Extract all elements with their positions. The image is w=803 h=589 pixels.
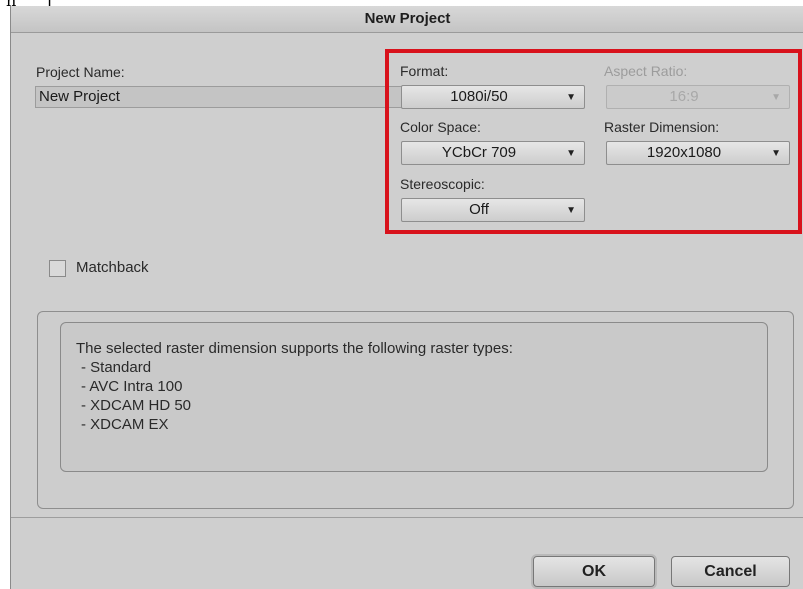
matchback-checkbox[interactable] [49,260,66,277]
raster-type-item: - AVC Intra 100 [81,378,183,395]
raster-type-item: - XDCAM EX [81,416,169,433]
project-name-label: Project Name: [36,64,125,80]
footer-divider [11,517,803,518]
project-name-input[interactable]: New Project [35,86,415,108]
raster-type-item: - XDCAM HD 50 [81,397,192,414]
red-highlight-box [385,49,802,234]
raster-type-item: - Standard [81,359,152,376]
cancel-button[interactable]: Cancel [671,556,790,587]
new-project-dialog: New Project Project Name: New Project Fo… [10,6,803,589]
ok-button[interactable]: OK [533,556,655,587]
dialog-title: New Project [11,6,803,33]
matchback-label: Matchback [76,259,149,276]
raster-info-heading: The selected raster dimension supports t… [76,340,513,357]
